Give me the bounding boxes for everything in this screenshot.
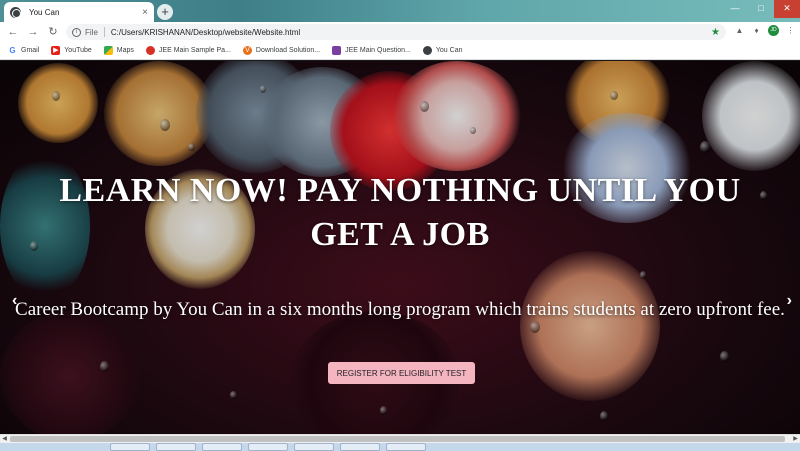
minimize-icon[interactable]: —: [722, 0, 748, 18]
url-scheme: File: [85, 27, 98, 37]
youtube-icon: ▶: [51, 46, 61, 55]
window-controls: — □ ✕: [722, 0, 800, 20]
register-eligibility-test-button[interactable]: REGISTER FOR ELIGIBILITY TEST: [328, 362, 475, 384]
bookmark-label: You Can: [435, 47, 463, 54]
new-tab-button[interactable]: +: [157, 4, 173, 20]
url-text[interactable]: C:/Users/KRISHANAN/Desktop/website/Websi…: [111, 28, 711, 37]
bookmark-jee-sample[interactable]: JEE Main Sample Pa...: [145, 46, 231, 55]
address-bar[interactable]: i File C:/Users/KRISHANAN/Desktop/websit…: [66, 24, 726, 40]
taskbar-item[interactable]: [340, 443, 380, 451]
taskbar-item[interactable]: [202, 443, 242, 451]
jee-icon: [145, 46, 155, 55]
globe-icon: [10, 6, 21, 18]
forward-icon[interactable]: →: [26, 25, 40, 39]
hero-banner: LEARN NOW! PAY NOTHING UNTIL YOU GET A J…: [0, 61, 800, 434]
taskbar-item[interactable]: [156, 443, 196, 451]
taskbar-item[interactable]: [110, 443, 150, 451]
carousel-next-icon[interactable]: ›: [787, 292, 792, 310]
taskbar-item[interactable]: [294, 443, 334, 451]
bookmarks-bar: G Gmail ▶ YouTube Maps JEE Main Sample P…: [0, 42, 800, 60]
extension-icons: ▲ ♦ JD ⋮: [734, 25, 796, 36]
hero-title: LEARN NOW! PAY NOTHING UNTIL YOU GET A J…: [59, 172, 741, 253]
bookmark-label: Maps: [116, 47, 134, 54]
divider: [103, 27, 105, 37]
back-icon[interactable]: ←: [6, 25, 20, 39]
hero-subtitle: Career Bootcamp by You Can in a six mont…: [15, 299, 785, 320]
os-taskbar: [0, 443, 800, 451]
close-window-icon[interactable]: ✕: [774, 0, 800, 18]
browser-toolbar: ← → ↻ i File C:/Users/KRISHANAN/Desktop/…: [0, 22, 800, 42]
maps-icon: [103, 46, 113, 55]
extension-icon[interactable]: ▲: [734, 25, 745, 36]
bell-icon[interactable]: ♦: [751, 25, 762, 36]
bookmark-star-icon[interactable]: ★: [711, 27, 720, 38]
bookmark-label: YouTube: [64, 47, 92, 54]
bookmark-gmail[interactable]: G Gmail: [8, 46, 39, 55]
bookmark-maps[interactable]: Maps: [103, 46, 134, 55]
tab-strip: You Can × + — □ ✕: [0, 0, 800, 22]
bookmark-label: Download Solution...: [255, 47, 321, 54]
bookmark-jee-question[interactable]: JEE Main Question...: [332, 46, 411, 55]
bookmark-download-solution[interactable]: V Download Solution...: [242, 46, 321, 55]
taskbar-item[interactable]: [248, 443, 288, 451]
bookmark-youtube[interactable]: ▶ YouTube: [51, 46, 92, 55]
scrollbar-thumb[interactable]: [10, 436, 785, 442]
bookmark-label: JEE Main Question...: [345, 47, 411, 54]
download-icon: V: [242, 46, 252, 55]
close-tab-icon[interactable]: ×: [142, 7, 148, 18]
reload-icon[interactable]: ↻: [46, 25, 60, 39]
menu-icon[interactable]: ⋮: [785, 25, 796, 36]
info-icon[interactable]: i: [72, 27, 81, 37]
horizontal-scrollbar[interactable]: ◀ ▶: [0, 434, 800, 443]
tab-you-can[interactable]: You Can ×: [4, 2, 154, 22]
carousel-prev-icon[interactable]: ‹: [12, 292, 17, 310]
tab-title: You Can: [29, 7, 60, 17]
bookmark-label: Gmail: [21, 47, 40, 54]
profile-avatar-icon[interactable]: JD: [768, 25, 779, 36]
globe-icon: [422, 46, 432, 55]
taskbar-item[interactable]: [386, 443, 426, 451]
google-icon: G: [8, 46, 17, 55]
bookmark-you-can[interactable]: You Can: [422, 46, 463, 55]
bookmark-label: JEE Main Sample Pa...: [158, 47, 231, 54]
maximize-icon[interactable]: □: [748, 0, 774, 18]
question-icon: [332, 46, 342, 55]
